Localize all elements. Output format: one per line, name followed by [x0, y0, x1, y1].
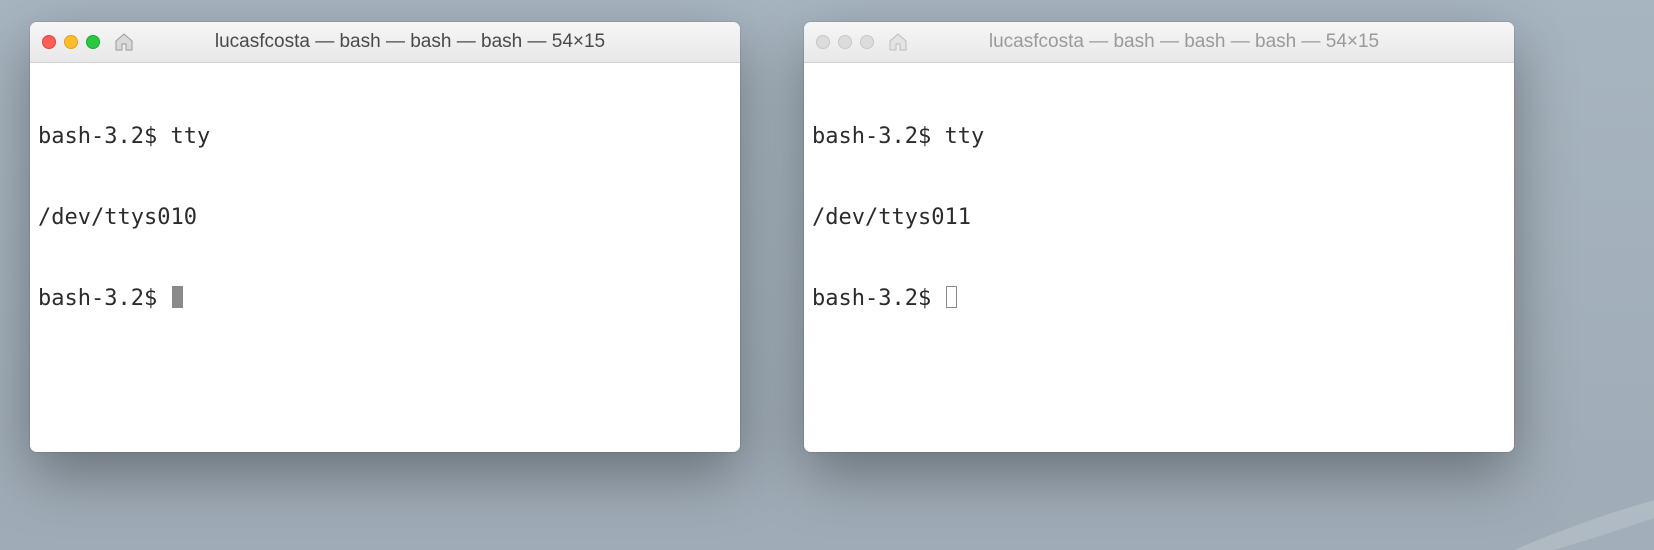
terminal-window-left[interactable]: lucasfcosta — bash — bash — bash — 54×15… — [30, 22, 740, 452]
prompt-text: bash-3.2$ — [38, 286, 170, 311]
close-icon[interactable] — [42, 35, 56, 49]
dock-edge-decoration — [1334, 490, 1654, 550]
terminal-line: bash-3.2$ tty — [38, 123, 732, 150]
terminal-line: /dev/ttys011 — [812, 204, 1506, 231]
window-title: lucasfcosta — bash — bash — bash — 54×15 — [92, 31, 728, 53]
terminal-line: bash-3.2$ — [38, 285, 732, 312]
titlebar[interactable]: lucasfcosta — bash — bash — bash — 54×15 — [804, 22, 1514, 63]
terminal-content[interactable]: bash-3.2$ tty /dev/ttys010 bash-3.2$ — [30, 63, 740, 452]
prompt-text: bash-3.2$ — [812, 286, 944, 311]
close-icon[interactable] — [816, 35, 830, 49]
cursor-icon — [946, 286, 957, 308]
terminal-line: bash-3.2$ — [812, 285, 1506, 312]
minimize-icon[interactable] — [838, 35, 852, 49]
cursor-icon — [172, 286, 183, 308]
terminal-line: /dev/ttys010 — [38, 204, 732, 231]
terminal-line: bash-3.2$ tty — [812, 123, 1506, 150]
terminal-window-right[interactable]: lucasfcosta — bash — bash — bash — 54×15… — [804, 22, 1514, 452]
window-title: lucasfcosta — bash — bash — bash — 54×15 — [866, 31, 1502, 53]
terminal-content[interactable]: bash-3.2$ tty /dev/ttys011 bash-3.2$ — [804, 63, 1514, 452]
titlebar[interactable]: lucasfcosta — bash — bash — bash — 54×15 — [30, 22, 740, 63]
minimize-icon[interactable] — [64, 35, 78, 49]
